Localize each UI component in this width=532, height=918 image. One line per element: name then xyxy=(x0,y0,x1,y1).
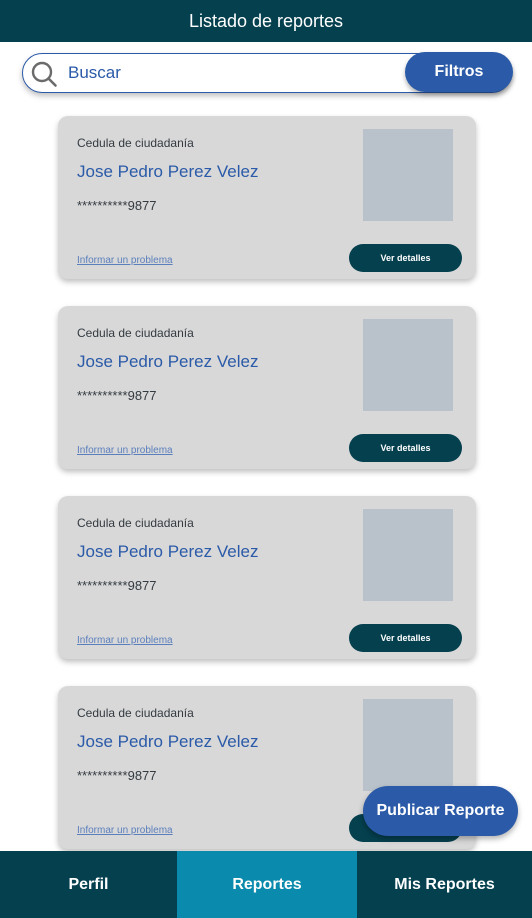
report-problem-link[interactable]: Informar un problema xyxy=(77,255,173,266)
app-screen: Listado de reportes Filtros Cedula de ci… xyxy=(0,0,532,918)
report-card: Cedula de ciudadanía Jose Pedro Perez Ve… xyxy=(58,306,476,469)
search-bar: Filtros xyxy=(22,52,513,93)
document-type: Cedula de ciudadanía xyxy=(77,516,194,530)
photo-placeholder xyxy=(363,129,453,221)
view-details-button[interactable]: Ver detalles xyxy=(349,624,462,652)
bottom-nav: Perfil Reportes Mis Reportes xyxy=(0,851,532,918)
document-number: **********9877 xyxy=(77,388,157,403)
report-problem-link[interactable]: Informar un problema xyxy=(77,825,173,836)
tab-reports[interactable]: Reportes xyxy=(177,851,357,918)
person-name: Jose Pedro Perez Velez xyxy=(77,732,259,751)
document-number: **********9877 xyxy=(77,768,157,783)
search-icon[interactable] xyxy=(30,60,58,88)
photo-placeholder xyxy=(363,699,453,791)
search-input[interactable] xyxy=(68,60,398,86)
report-card: Cedula de ciudadanía Jose Pedro Perez Ve… xyxy=(58,496,476,659)
tab-profile[interactable]: Perfil xyxy=(0,851,177,918)
photo-placeholder xyxy=(363,319,453,411)
person-name: Jose Pedro Perez Velez xyxy=(77,162,259,181)
top-bar: Listado de reportes xyxy=(0,0,532,42)
publish-report-button[interactable]: Publicar Reporte xyxy=(363,786,518,836)
tab-my-reports[interactable]: Mis Reportes xyxy=(357,851,532,918)
document-type: Cedula de ciudadanía xyxy=(77,706,194,720)
document-number: **********9877 xyxy=(77,578,157,593)
document-type: Cedula de ciudadanía xyxy=(77,326,194,340)
document-number: **********9877 xyxy=(77,198,157,213)
report-problem-link[interactable]: Informar un problema xyxy=(77,445,173,456)
person-name: Jose Pedro Perez Velez xyxy=(77,542,259,561)
view-details-button[interactable]: Ver detalles xyxy=(349,434,462,462)
photo-placeholder xyxy=(363,509,453,601)
report-problem-link[interactable]: Informar un problema xyxy=(77,635,173,646)
report-card: Cedula de ciudadanía Jose Pedro Perez Ve… xyxy=(58,116,476,279)
view-details-button[interactable]: Ver detalles xyxy=(349,244,462,272)
page-title: Listado de reportes xyxy=(188,10,344,31)
person-name: Jose Pedro Perez Velez xyxy=(77,352,259,371)
document-type: Cedula de ciudadanía xyxy=(77,136,194,150)
filters-button[interactable]: Filtros xyxy=(405,52,513,92)
